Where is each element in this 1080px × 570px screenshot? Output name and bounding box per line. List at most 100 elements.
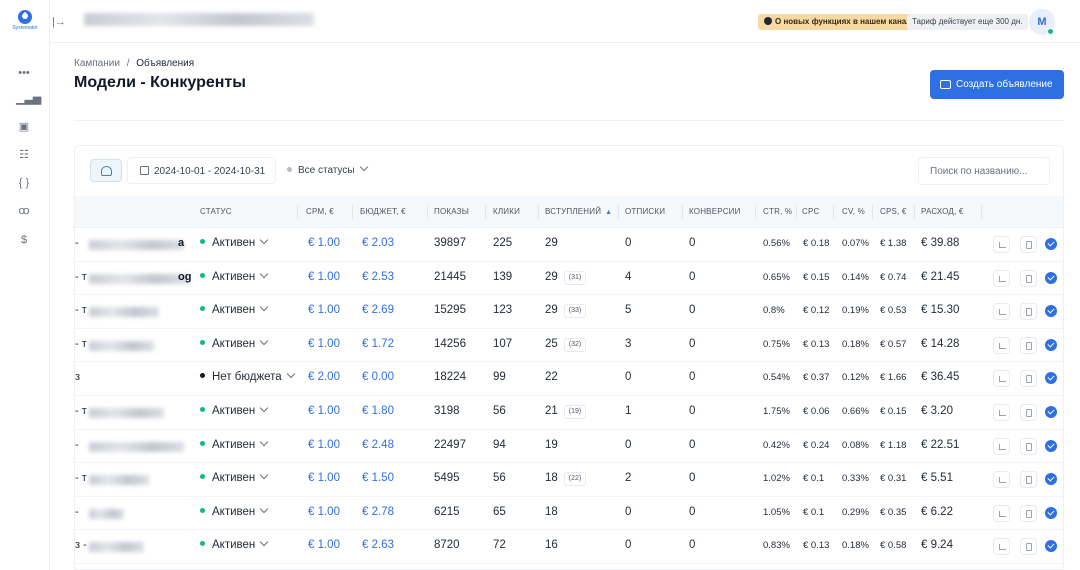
verified-check-icon[interactable] [1045,305,1057,318]
ad-name-redacted[interactable] [89,475,149,486]
copy-button[interactable] [1020,303,1037,321]
col-ctr[interactable]: CTR, % [763,207,792,216]
collapse-sidebar-icon[interactable]: |→ [52,16,66,28]
ad-name-prefix[interactable]: з [75,371,80,383]
stats-button[interactable] [993,236,1010,253]
column-settings-button[interactable] [90,159,122,182]
ad-name-prefix[interactable]: - т [75,338,87,350]
verified-check-icon[interactable] [1045,271,1057,284]
stats-button[interactable] [993,336,1010,354]
copy-button[interactable] [1020,236,1037,253]
cpm-value[interactable]: € 1.00 [308,405,340,417]
copy-button[interactable] [1020,336,1037,354]
ad-name-redacted[interactable] [89,508,124,519]
cpm-value[interactable]: € 1.00 [308,506,340,518]
budget-value[interactable]: € 2.53 [362,271,394,283]
app-logo[interactable]: Systemator [12,10,38,31]
stats-button[interactable] [993,404,1010,421]
verified-check-icon[interactable] [1045,406,1057,418]
status-select[interactable]: Нет бюджета [200,370,295,383]
budget-value[interactable]: € 2.69 [362,304,394,316]
status-select[interactable]: Активен [200,504,269,518]
col-joins[interactable]: ВСТУПЛЕНИЙ ▲ [545,207,612,216]
table-row[interactable]: - т og Активен € 1.00 € 2.53 21445 139 29 (31) 4 0… [75,262,1063,296]
ad-name-prefix[interactable]: - т [75,304,87,316]
table-row[interactable]: з Нет бюджета € 2.00 € 0.00 18224 99 22 0 0 0.54%… [75,362,1063,396]
table-row[interactable]: - т Активен € 1.00 € 1.72 14256 107 25 (32) 3 0 0.… [75,329,1063,363]
table-row[interactable]: - a Активен € 1.00 € 2.03 39897 225 29 0 0 0.56% € … [75,228,1063,262]
verified-check-icon[interactable] [1045,372,1057,385]
table-row[interactable]: - Активен € 1.00 € 2.78 6215 65 18 0 0 1.05% € 0.1… [75,497,1063,531]
sort-asc-icon[interactable]: ▲ [605,209,612,216]
table-row[interactable]: з - Активен € 1.00 € 2.63 8720 72 16 0 0 0.83% € 0… [75,530,1063,564]
image-icon[interactable]: ▣ [16,120,32,134]
verified-check-icon[interactable] [1045,238,1057,250]
ad-name-prefix[interactable]: - т [75,472,87,484]
copy-button[interactable] [1020,437,1037,455]
ad-name-redacted[interactable] [89,340,154,351]
budget-value[interactable]: € 2.78 [362,506,394,518]
ad-name-redacted[interactable] [89,240,184,250]
cpm-value[interactable]: € 1.00 [308,338,340,350]
col-status[interactable]: СТАТУС [200,207,232,216]
col-cv[interactable]: CV, % [842,207,865,216]
status-select[interactable]: Активен [200,269,269,283]
col-conversions[interactable]: КОНВЕРСИИ [689,207,741,216]
copy-button[interactable] [1020,404,1037,421]
stats-button[interactable] [993,504,1010,522]
code-braces-icon[interactable]: { } [16,176,32,190]
ad-name-redacted[interactable] [89,441,184,452]
cpm-value[interactable]: € 1.00 [308,271,340,283]
copy-button[interactable] [1020,471,1037,489]
ad-name-prefix[interactable]: з - [75,539,87,551]
verified-check-icon[interactable] [1045,473,1057,486]
users-icon[interactable]: ꝏ [16,204,32,218]
status-select[interactable]: Активен [200,403,269,417]
copy-button[interactable] [1020,370,1037,388]
status-select[interactable]: Активен [200,302,269,316]
ad-name-redacted[interactable] [89,307,159,318]
status-select[interactable]: Активен [200,336,269,350]
ad-name-prefix[interactable]: - [75,237,79,249]
stats-button[interactable] [993,303,1010,321]
ad-name-prefix[interactable]: - [75,439,79,451]
cpm-value[interactable]: € 2.00 [308,371,340,383]
col-cps[interactable]: CPS, € [880,207,907,216]
ad-name-prefix[interactable]: - [75,506,79,518]
create-ad-button[interactable]: Создать объявление [930,70,1064,99]
cpm-value[interactable]: € 1.00 [308,304,340,316]
ad-name-redacted[interactable] [89,542,144,553]
ad-name-prefix[interactable]: - т [75,405,87,417]
col-budget[interactable]: БЮДЖЕТ, € [360,207,406,216]
bar-chart-icon[interactable]: ▁▃▅ [16,92,41,106]
breadcrumb-campaigns[interactable]: Кампании [74,58,120,69]
dollar-icon[interactable]: $ [16,233,32,247]
copy-button[interactable] [1020,504,1037,522]
status-filter-select[interactable]: Все статусы [287,157,368,184]
col-shows[interactable]: ПОКАЗЫ [434,207,469,216]
col-spend[interactable]: РАСХОД, € [921,207,964,216]
news-badge[interactable]: О новых функциях в нашем канале [758,14,922,30]
cpm-value[interactable]: € 1.00 [308,472,340,484]
table-row[interactable]: - т Активен € 1.00 € 1.80 3198 56 21 (19) 1 0 1.75… [75,396,1063,430]
cpm-value[interactable]: € 1.00 [308,439,340,451]
table-row[interactable]: - Активен € 1.00 € 2.48 22497 94 19 0 0 0.42% € 0.… [75,430,1063,464]
budget-value[interactable]: € 1.50 [362,472,394,484]
status-select[interactable]: Активен [200,235,269,249]
stats-button[interactable] [993,538,1010,556]
budget-value[interactable]: € 2.63 [362,539,394,551]
col-cpc[interactable]: CPC [802,207,820,216]
ad-name-suffix[interactable]: og [178,271,191,283]
table-row[interactable]: - т Активен € 1.00 € 2.69 15295 123 29 (33) 5 0 0.… [75,295,1063,329]
copy-button[interactable] [1020,538,1037,556]
stats-button[interactable] [993,370,1010,388]
col-clicks[interactable]: КЛИКИ [493,207,520,216]
col-unsubs[interactable]: ОТПИСКИ [625,207,665,216]
table-row[interactable]: - т Активен € 1.00 € 1.50 5495 56 18 (22) 2 0 1.02… [75,463,1063,497]
verified-check-icon[interactable] [1045,439,1057,452]
cpm-value[interactable]: € 1.00 [308,539,340,551]
budget-value[interactable]: € 1.80 [362,405,394,417]
more-dots-icon[interactable]: ••• [16,66,32,80]
ad-name-redacted[interactable] [89,273,189,284]
col-cpm[interactable]: CPM, € [306,207,334,216]
